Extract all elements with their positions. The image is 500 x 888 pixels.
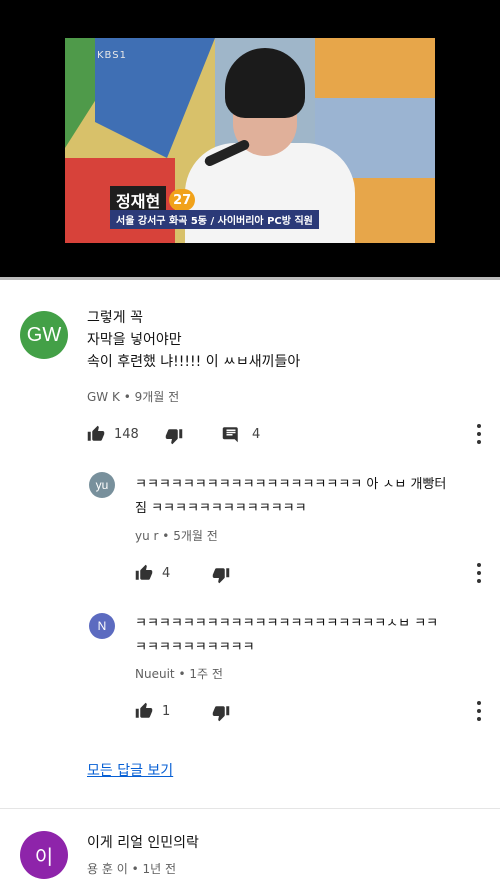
avatar[interactable]: N: [89, 613, 115, 639]
divider: [0, 808, 500, 809]
meta-separator: •: [178, 667, 190, 681]
like-count: 148: [114, 426, 139, 442]
thumbs-up-icon: [87, 425, 105, 441]
comment-icon: [222, 427, 238, 443]
meta-separator: •: [162, 529, 174, 543]
comment-text: 이게 리얼 인민의락: [87, 835, 199, 851]
comment-text: ㅋㅋㅋㅋㅋㅋㅋㅋㅋㅋㅋㅋㅋㅋㅋㅋㅋㅋㅋ 아 ㅅㅂ 개빵터 짐 ㅋㅋㅋㅋㅋㅋㅋㅋㅋ…: [135, 477, 447, 516]
comment-author[interactable]: 용 훈 이: [87, 862, 128, 876]
avatar[interactable]: yu: [89, 472, 115, 498]
comment-time: 1주 전: [189, 667, 223, 681]
thumbs-up-icon: [135, 564, 153, 580]
dislike-button[interactable]: [165, 427, 183, 445]
thumbs-down-icon: [212, 706, 230, 722]
comment-time: 5개월 전: [173, 529, 218, 543]
comment-meta: yu r • 5개월 전: [135, 527, 218, 544]
video-frame: KBS1 정재현 27 서울 강서구 화곡 5동 / 사이버리아 PC방 직원: [65, 38, 435, 243]
like-count: 4: [162, 565, 171, 581]
comment-time: 9개월 전: [134, 390, 180, 404]
dislike-button[interactable]: [212, 704, 230, 722]
like-button[interactable]: 148: [87, 425, 139, 443]
more-vert-icon[interactable]: [476, 701, 482, 721]
avatar[interactable]: 이: [20, 831, 68, 879]
avatar-initials: GW: [26, 323, 62, 346]
view-all-replies-link[interactable]: 모든 답글 보기: [87, 760, 173, 780]
avatar-initials: N: [97, 619, 107, 633]
video-progress-bar[interactable]: [0, 277, 500, 280]
like-button[interactable]: 4: [135, 564, 170, 582]
thumbs-down-icon: [212, 568, 230, 584]
comment-author[interactable]: GW K: [87, 390, 120, 404]
channel-logo: KBS1: [97, 50, 127, 61]
meta-separator: •: [131, 862, 143, 876]
avatar-initials: 이: [34, 846, 54, 869]
avatar[interactable]: GW: [20, 311, 68, 359]
thumbs-down-icon: [165, 429, 183, 445]
comment-author[interactable]: Nueuit: [135, 667, 175, 681]
meta-separator: •: [123, 390, 135, 404]
comment-text: ㅋㅋㅋㅋㅋㅋㅋㅋㅋㅋㅋㅋㅋㅋㅋㅋㅋㅋㅋㅋㅋㅅㅂ ㅋㅋ ㅋㅋㅋㅋㅋㅋㅋㅋㅋㅋ: [135, 616, 439, 655]
more-vert-icon[interactable]: [476, 424, 482, 444]
comment-author[interactable]: yu r: [135, 529, 158, 543]
thumbs-up-icon: [135, 702, 153, 718]
dislike-button[interactable]: [212, 566, 230, 584]
comment-time: 1년 전: [142, 862, 177, 876]
comment-meta: 용 훈 이 • 1년 전: [87, 860, 176, 877]
caption-subtitle: 서울 강서구 화곡 5동 / 사이버리아 PC방 직원: [110, 210, 319, 229]
comment-meta: GW K • 9개월 전: [87, 388, 179, 405]
video-player[interactable]: KBS1 정재현 27 서울 강서구 화곡 5동 / 사이버리아 PC방 직원: [0, 0, 500, 278]
reply-count: 4: [252, 426, 261, 442]
comment-meta: Nueuit • 1주 전: [135, 665, 223, 682]
reply-button[interactable]: 4: [222, 425, 260, 443]
comment-text: 그렇게 꼭 자막을 넣어야만 속이 후련했 냐!!!!! 이 ㅆㅂ새끼들아: [87, 310, 301, 370]
like-button[interactable]: 1: [135, 702, 170, 720]
more-vert-icon[interactable]: [476, 563, 482, 583]
like-count: 1: [162, 703, 171, 719]
caption-age-badge: 27: [169, 189, 196, 211]
singer-hair: [225, 48, 305, 118]
avatar-initials: yu: [95, 478, 109, 492]
